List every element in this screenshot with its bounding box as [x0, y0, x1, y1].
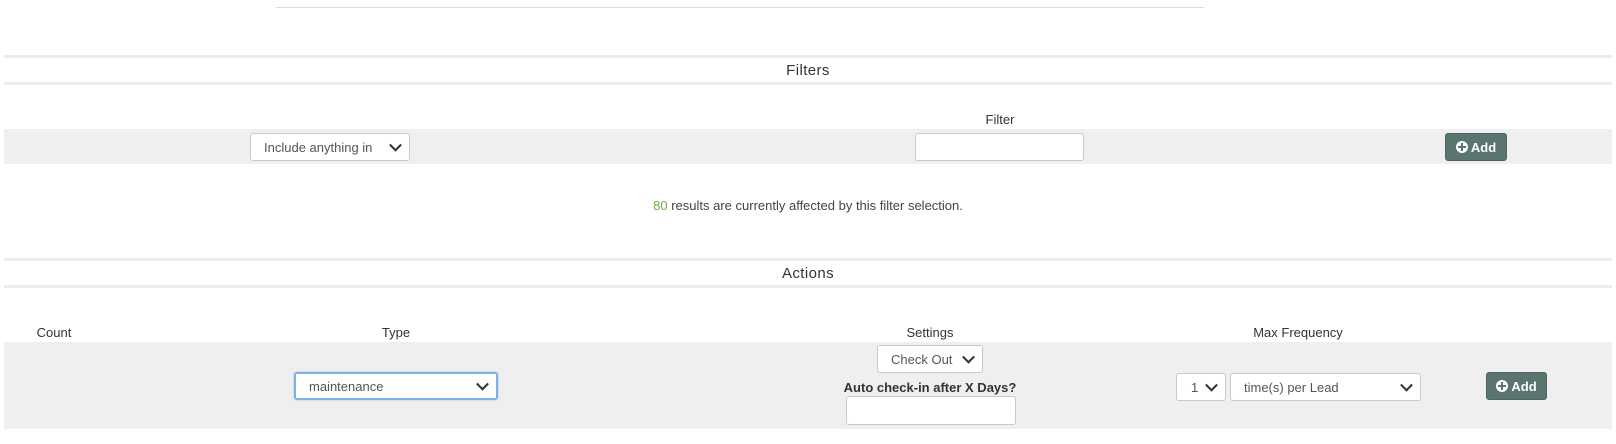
frequency-unit-value: time(s) per Lead: [1244, 379, 1339, 395]
filter-mode-select[interactable]: Include anything in: [250, 133, 410, 161]
affected-count: 80: [653, 198, 668, 213]
plus-circle-icon: [1496, 380, 1509, 392]
filter-input[interactable]: [915, 133, 1084, 161]
filter-mode-value: Include anything in: [264, 139, 373, 155]
filters-section-title: Filters: [786, 61, 830, 79]
frequency-unit-select[interactable]: time(s) per Lead: [1230, 373, 1421, 401]
actions-section-header: Actions: [4, 258, 1612, 288]
type-column-header: Type: [381, 325, 411, 340]
action-type-value: maintenance: [309, 378, 384, 394]
plus-circle-icon: [1455, 141, 1468, 153]
max-frequency-column-header: Max Frequency: [1253, 325, 1343, 340]
chevron-down-icon: [1400, 378, 1413, 392]
filter-result-message: 80 results are currently affected by thi…: [0, 198, 1616, 213]
filter-column-header: Filter: [985, 112, 1015, 127]
chevron-down-icon: [962, 350, 975, 364]
chevron-down-icon: [476, 377, 489, 391]
settings-column-header: Settings: [906, 325, 954, 340]
frequency-count-value: 1: [1191, 379, 1199, 395]
top-divider: [276, 7, 1204, 8]
filter-row: [4, 129, 1612, 164]
action-type-select[interactable]: maintenance: [294, 372, 498, 400]
frequency-count-select[interactable]: 1: [1176, 373, 1226, 401]
count-column-header: Count: [36, 325, 72, 340]
auto-checkin-days-input[interactable]: [846, 396, 1016, 425]
actions-section-title: Actions: [782, 264, 834, 282]
add-filter-label: Add: [1470, 139, 1497, 155]
chevron-down-icon: [1205, 378, 1218, 392]
chevron-down-icon: [389, 138, 402, 152]
add-action-label: Add: [1511, 378, 1537, 394]
settings-value: Check Out: [891, 351, 953, 367]
filters-section-header: Filters: [4, 55, 1612, 85]
add-action-button[interactable]: Add: [1486, 372, 1547, 400]
add-filter-button[interactable]: Add: [1445, 133, 1507, 161]
affected-text: results are currently affected by this f…: [667, 198, 963, 213]
auto-checkin-label: Auto check-in after X Days?: [843, 380, 1017, 395]
settings-select[interactable]: Check Out: [877, 345, 983, 373]
